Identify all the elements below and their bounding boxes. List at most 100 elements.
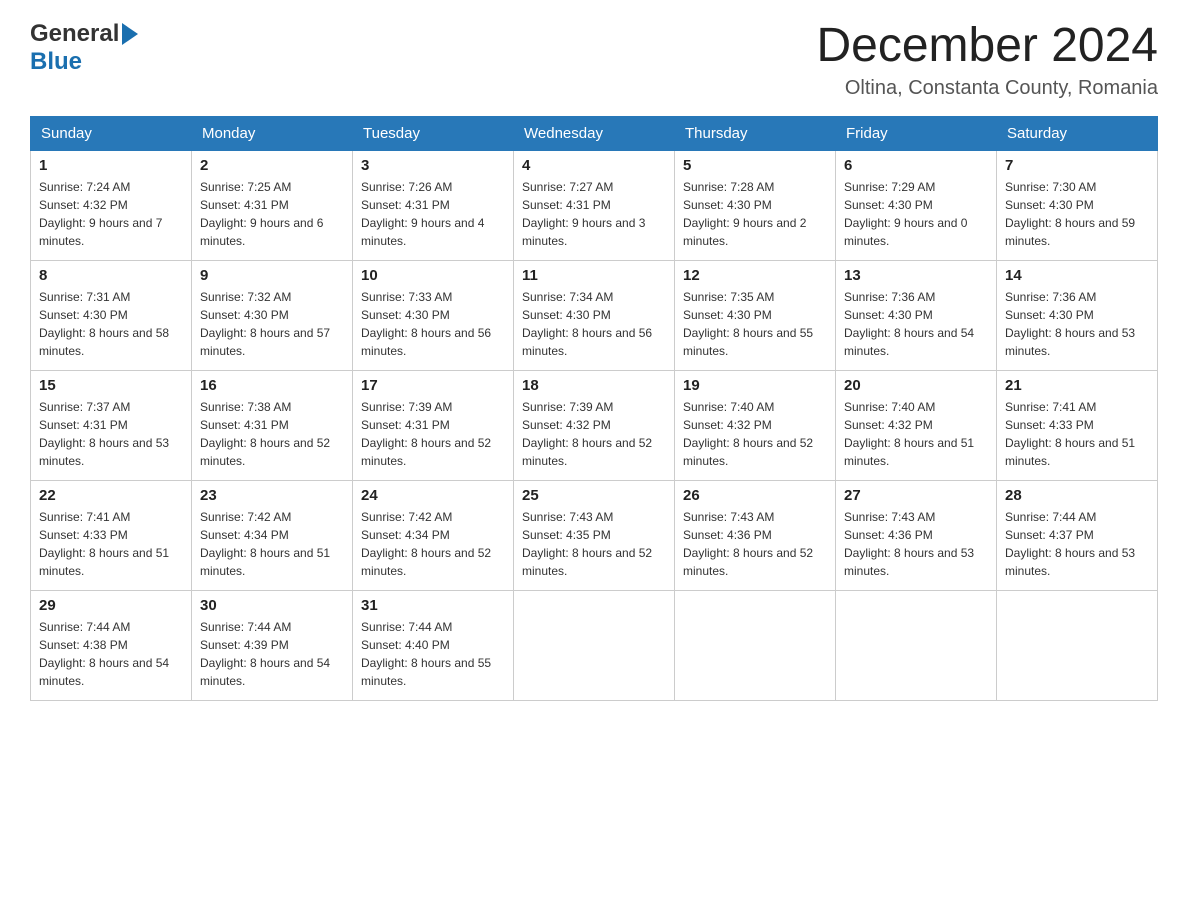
calendar-subtitle: Oltina, Constanta County, Romania xyxy=(816,77,1158,100)
logo: General Blue xyxy=(30,20,138,76)
cell-day-number: 16 xyxy=(200,377,344,394)
calendar-cell: 6 Sunrise: 7:29 AMSunset: 4:30 PMDayligh… xyxy=(836,150,997,260)
week-row-4: 22 Sunrise: 7:41 AMSunset: 4:33 PMDaylig… xyxy=(31,480,1158,590)
cell-day-number: 3 xyxy=(361,157,505,174)
cell-info: Sunrise: 7:44 AMSunset: 4:40 PMDaylight:… xyxy=(361,620,491,688)
cell-info: Sunrise: 7:28 AMSunset: 4:30 PMDaylight:… xyxy=(683,180,806,248)
calendar-cell: 12 Sunrise: 7:35 AMSunset: 4:30 PMDaylig… xyxy=(675,260,836,370)
cell-day-number: 24 xyxy=(361,487,505,504)
cell-day-number: 12 xyxy=(683,267,827,284)
calendar-cell xyxy=(514,590,675,700)
calendar-table: SundayMondayTuesdayWednesdayThursdayFrid… xyxy=(30,116,1158,701)
cell-day-number: 26 xyxy=(683,487,827,504)
day-header-monday: Monday xyxy=(192,116,353,150)
calendar-cell: 27 Sunrise: 7:43 AMSunset: 4:36 PMDaylig… xyxy=(836,480,997,590)
logo-general: General xyxy=(30,20,138,48)
calendar-cell: 5 Sunrise: 7:28 AMSunset: 4:30 PMDayligh… xyxy=(675,150,836,260)
cell-info: Sunrise: 7:33 AMSunset: 4:30 PMDaylight:… xyxy=(361,290,491,358)
cell-info: Sunrise: 7:31 AMSunset: 4:30 PMDaylight:… xyxy=(39,290,169,358)
logo-blue: Blue xyxy=(30,48,82,76)
calendar-cell: 25 Sunrise: 7:43 AMSunset: 4:35 PMDaylig… xyxy=(514,480,675,590)
title-area: December 2024 Oltina, Constanta County, … xyxy=(816,20,1158,100)
cell-day-number: 17 xyxy=(361,377,505,394)
cell-info: Sunrise: 7:39 AMSunset: 4:32 PMDaylight:… xyxy=(522,400,652,468)
day-header-thursday: Thursday xyxy=(675,116,836,150)
calendar-cell: 21 Sunrise: 7:41 AMSunset: 4:33 PMDaylig… xyxy=(997,370,1158,480)
calendar-cell: 31 Sunrise: 7:44 AMSunset: 4:40 PMDaylig… xyxy=(353,590,514,700)
cell-info: Sunrise: 7:37 AMSunset: 4:31 PMDaylight:… xyxy=(39,400,169,468)
calendar-cell xyxy=(997,590,1158,700)
day-header-wednesday: Wednesday xyxy=(514,116,675,150)
calendar-cell: 1 Sunrise: 7:24 AMSunset: 4:32 PMDayligh… xyxy=(31,150,192,260)
cell-day-number: 9 xyxy=(200,267,344,284)
calendar-cell: 23 Sunrise: 7:42 AMSunset: 4:34 PMDaylig… xyxy=(192,480,353,590)
cell-day-number: 29 xyxy=(39,597,183,614)
cell-day-number: 5 xyxy=(683,157,827,174)
calendar-cell: 18 Sunrise: 7:39 AMSunset: 4:32 PMDaylig… xyxy=(514,370,675,480)
cell-info: Sunrise: 7:40 AMSunset: 4:32 PMDaylight:… xyxy=(844,400,974,468)
cell-info: Sunrise: 7:34 AMSunset: 4:30 PMDaylight:… xyxy=(522,290,652,358)
cell-day-number: 1 xyxy=(39,157,183,174)
calendar-title: December 2024 xyxy=(816,20,1158,73)
cell-day-number: 30 xyxy=(200,597,344,614)
calendar-cell: 24 Sunrise: 7:42 AMSunset: 4:34 PMDaylig… xyxy=(353,480,514,590)
cell-info: Sunrise: 7:25 AMSunset: 4:31 PMDaylight:… xyxy=(200,180,323,248)
cell-info: Sunrise: 7:32 AMSunset: 4:30 PMDaylight:… xyxy=(200,290,330,358)
cell-day-number: 4 xyxy=(522,157,666,174)
cell-info: Sunrise: 7:41 AMSunset: 4:33 PMDaylight:… xyxy=(1005,400,1135,468)
cell-day-number: 19 xyxy=(683,377,827,394)
calendar-cell: 16 Sunrise: 7:38 AMSunset: 4:31 PMDaylig… xyxy=(192,370,353,480)
calendar-cell: 29 Sunrise: 7:44 AMSunset: 4:38 PMDaylig… xyxy=(31,590,192,700)
calendar-cell: 9 Sunrise: 7:32 AMSunset: 4:30 PMDayligh… xyxy=(192,260,353,370)
cell-info: Sunrise: 7:42 AMSunset: 4:34 PMDaylight:… xyxy=(361,510,491,578)
cell-day-number: 15 xyxy=(39,377,183,394)
cell-info: Sunrise: 7:40 AMSunset: 4:32 PMDaylight:… xyxy=(683,400,813,468)
cell-info: Sunrise: 7:38 AMSunset: 4:31 PMDaylight:… xyxy=(200,400,330,468)
cell-day-number: 27 xyxy=(844,487,988,504)
calendar-cell: 20 Sunrise: 7:40 AMSunset: 4:32 PMDaylig… xyxy=(836,370,997,480)
cell-day-number: 8 xyxy=(39,267,183,284)
cell-day-number: 10 xyxy=(361,267,505,284)
cell-info: Sunrise: 7:43 AMSunset: 4:35 PMDaylight:… xyxy=(522,510,652,578)
calendar-cell xyxy=(836,590,997,700)
calendar-cell: 3 Sunrise: 7:26 AMSunset: 4:31 PMDayligh… xyxy=(353,150,514,260)
logo-arrow-icon xyxy=(122,23,138,45)
cell-info: Sunrise: 7:41 AMSunset: 4:33 PMDaylight:… xyxy=(39,510,169,578)
calendar-cell: 4 Sunrise: 7:27 AMSunset: 4:31 PMDayligh… xyxy=(514,150,675,260)
calendar-cell: 7 Sunrise: 7:30 AMSunset: 4:30 PMDayligh… xyxy=(997,150,1158,260)
cell-info: Sunrise: 7:24 AMSunset: 4:32 PMDaylight:… xyxy=(39,180,162,248)
calendar-cell: 28 Sunrise: 7:44 AMSunset: 4:37 PMDaylig… xyxy=(997,480,1158,590)
week-row-2: 8 Sunrise: 7:31 AMSunset: 4:30 PMDayligh… xyxy=(31,260,1158,370)
calendar-cell: 14 Sunrise: 7:36 AMSunset: 4:30 PMDaylig… xyxy=(997,260,1158,370)
logo-general-text: General xyxy=(30,20,119,48)
calendar-cell: 26 Sunrise: 7:43 AMSunset: 4:36 PMDaylig… xyxy=(675,480,836,590)
cell-day-number: 25 xyxy=(522,487,666,504)
cell-info: Sunrise: 7:44 AMSunset: 4:37 PMDaylight:… xyxy=(1005,510,1135,578)
cell-info: Sunrise: 7:43 AMSunset: 4:36 PMDaylight:… xyxy=(683,510,813,578)
cell-info: Sunrise: 7:44 AMSunset: 4:38 PMDaylight:… xyxy=(39,620,169,688)
cell-day-number: 14 xyxy=(1005,267,1149,284)
cell-info: Sunrise: 7:39 AMSunset: 4:31 PMDaylight:… xyxy=(361,400,491,468)
cell-day-number: 23 xyxy=(200,487,344,504)
cell-info: Sunrise: 7:27 AMSunset: 4:31 PMDaylight:… xyxy=(522,180,645,248)
cell-day-number: 31 xyxy=(361,597,505,614)
cell-day-number: 11 xyxy=(522,267,666,284)
calendar-cell: 22 Sunrise: 7:41 AMSunset: 4:33 PMDaylig… xyxy=(31,480,192,590)
cell-day-number: 20 xyxy=(844,377,988,394)
day-header-tuesday: Tuesday xyxy=(353,116,514,150)
cell-info: Sunrise: 7:42 AMSunset: 4:34 PMDaylight:… xyxy=(200,510,330,578)
calendar-cell: 13 Sunrise: 7:36 AMSunset: 4:30 PMDaylig… xyxy=(836,260,997,370)
calendar-cell: 10 Sunrise: 7:33 AMSunset: 4:30 PMDaylig… xyxy=(353,260,514,370)
cell-info: Sunrise: 7:35 AMSunset: 4:30 PMDaylight:… xyxy=(683,290,813,358)
cell-day-number: 21 xyxy=(1005,377,1149,394)
cell-day-number: 28 xyxy=(1005,487,1149,504)
calendar-cell: 17 Sunrise: 7:39 AMSunset: 4:31 PMDaylig… xyxy=(353,370,514,480)
cell-day-number: 7 xyxy=(1005,157,1149,174)
cell-info: Sunrise: 7:43 AMSunset: 4:36 PMDaylight:… xyxy=(844,510,974,578)
cell-day-number: 6 xyxy=(844,157,988,174)
calendar-cell: 15 Sunrise: 7:37 AMSunset: 4:31 PMDaylig… xyxy=(31,370,192,480)
calendar-cell: 2 Sunrise: 7:25 AMSunset: 4:31 PMDayligh… xyxy=(192,150,353,260)
calendar-cell xyxy=(675,590,836,700)
cell-info: Sunrise: 7:29 AMSunset: 4:30 PMDaylight:… xyxy=(844,180,967,248)
cell-day-number: 18 xyxy=(522,377,666,394)
